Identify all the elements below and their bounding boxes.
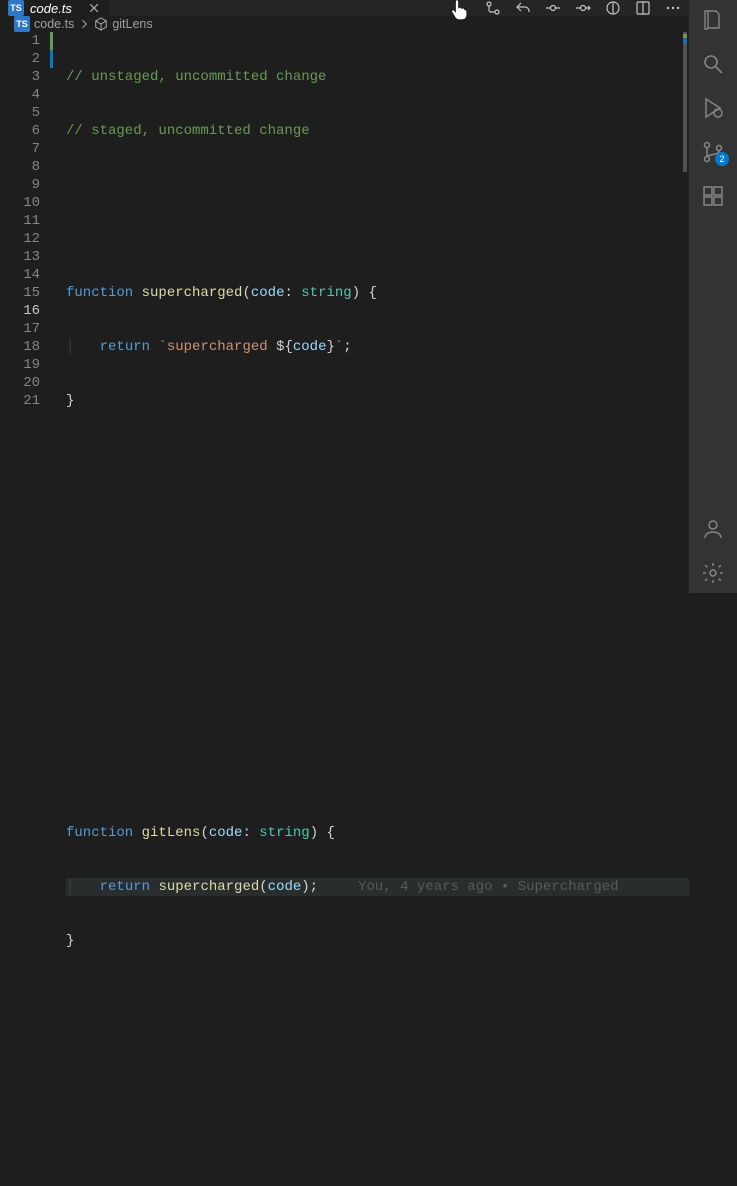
commit-prev-icon[interactable]: [545, 0, 561, 16]
tab-filename: code.ts: [30, 1, 72, 16]
compare-icon[interactable]: [485, 0, 501, 16]
editor-toolbar: [485, 0, 689, 16]
source-control-icon[interactable]: 2: [701, 140, 725, 164]
chevron-right-icon: [78, 18, 90, 30]
commit-next-icon[interactable]: [575, 0, 591, 16]
run-debug-icon[interactable]: [701, 96, 725, 120]
search-icon[interactable]: [701, 52, 725, 76]
pointer-cursor-icon: [451, 0, 469, 21]
activity-bar: 2: [689, 0, 737, 593]
typescript-icon: TS: [14, 16, 30, 32]
close-icon[interactable]: [86, 0, 102, 16]
tab-bar: TS code.ts: [0, 0, 689, 16]
code-area[interactable]: // unstaged, uncommitted change // stage…: [56, 32, 689, 1186]
gitlens-blame-annotation: You, 4 years ago • Supercharged: [358, 878, 618, 896]
breadcrumb-symbol: gitLens: [112, 17, 152, 31]
extensions-icon[interactable]: [701, 184, 725, 208]
breadcrumb-file: code.ts: [34, 17, 74, 31]
overview-ruler[interactable]: [681, 32, 689, 1186]
split-editor-icon[interactable]: [635, 0, 651, 16]
scm-badge: 2: [715, 152, 729, 166]
gear-icon[interactable]: [701, 561, 725, 585]
breadcrumb[interactable]: TS code.ts gitLens: [0, 16, 689, 32]
tab-code-ts[interactable]: TS code.ts: [0, 0, 111, 16]
explorer-icon[interactable]: [701, 8, 725, 32]
account-icon[interactable]: [701, 517, 725, 541]
typescript-icon: TS: [8, 0, 24, 16]
more-icon[interactable]: [665, 0, 681, 16]
symbol-icon: [94, 17, 108, 31]
line-number-gutter: 1234 5678 9101112 13141516 17181920 21: [0, 32, 50, 1186]
editor[interactable]: 1234 5678 9101112 13141516 17181920 21 /…: [0, 32, 689, 1186]
toggle-diff-icon[interactable]: [605, 0, 621, 16]
go-back-icon[interactable]: [515, 0, 531, 16]
